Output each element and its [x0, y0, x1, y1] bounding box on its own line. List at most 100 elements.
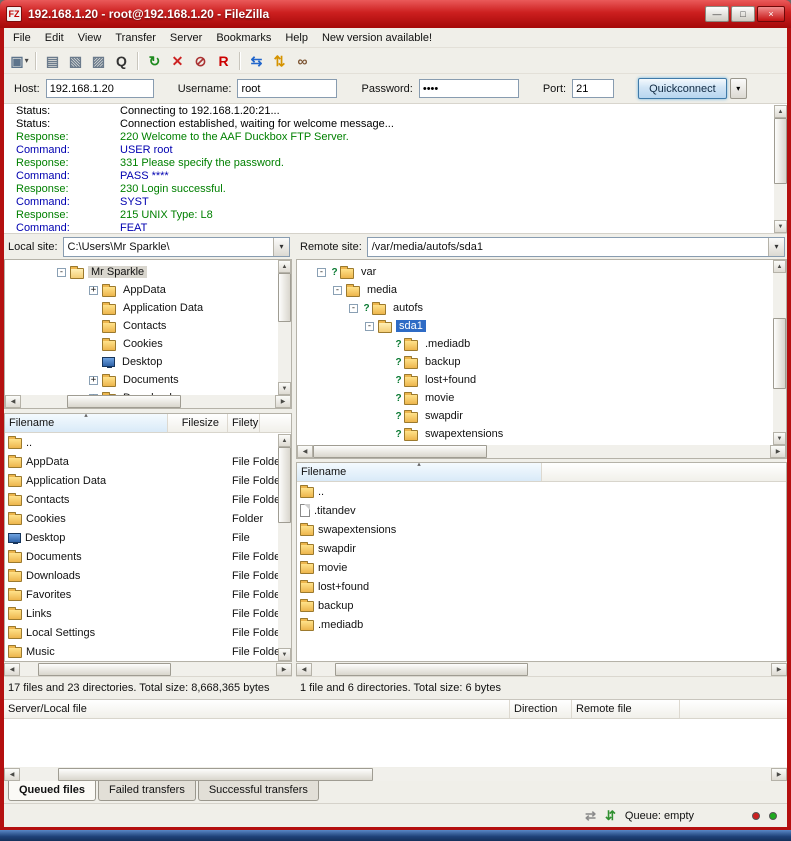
remote-file-row-backup[interactable]: backup: [297, 596, 786, 615]
scroll-left-icon[interactable]: ◀: [4, 663, 20, 676]
local-tree-node-appdata[interactable]: +AppData: [5, 281, 291, 299]
scroll-right-icon[interactable]: ▶: [275, 395, 291, 408]
password-input[interactable]: [419, 79, 519, 98]
scroll-thumb[interactable]: [313, 445, 487, 458]
scroll-left-icon[interactable]: ◀: [5, 395, 21, 408]
disconnect-button[interactable]: ⊘: [189, 50, 212, 72]
remote-file-row-movie[interactable]: movie: [297, 558, 786, 577]
local-file-row-favorites[interactable]: FavoritesFile Folder: [5, 585, 291, 604]
local-tree-scrollbar-horizontal[interactable]: ◀▶: [5, 395, 291, 408]
transfer-mode-icon[interactable]: ⇵: [605, 808, 616, 824]
local-column-header-filetype[interactable]: Filetype: [228, 414, 260, 432]
local-file-row-music[interactable]: MusicFile Folder: [5, 642, 291, 661]
local-tree-node-application-data[interactable]: Application Data: [5, 299, 291, 317]
local-file-row-application-data[interactable]: Application DataFile Folder: [5, 471, 291, 490]
new-version-notice[interactable]: New version available!: [315, 29, 439, 47]
remote-tree-scrollbar-horizontal[interactable]: ◀▶: [297, 445, 786, 458]
chevron-down-icon[interactable]: ▾: [25, 56, 29, 65]
remote-tree-node-backup[interactable]: ?backup: [297, 353, 786, 371]
local-file-row-cookies[interactable]: CookiesFolder: [5, 509, 291, 528]
scroll-down-icon[interactable]: ▼: [278, 648, 291, 661]
local-file-row-downloads[interactable]: DownloadsFile Folder: [5, 566, 291, 585]
quickconnect-button[interactable]: Quickconnect: [638, 78, 727, 99]
remote-tree-node-sda1[interactable]: -sda1: [297, 317, 786, 335]
scroll-thumb[interactable]: [278, 447, 291, 523]
title-bar[interactable]: FZ 192.168.1.20 - root@192.168.1.20 - Fi…: [0, 0, 791, 28]
menu-server[interactable]: Server: [163, 29, 209, 47]
toggle-remote-tree-button[interactable]: ▨: [87, 50, 110, 72]
scroll-track[interactable]: [313, 445, 770, 458]
local-list-scrollbar-horizontal[interactable]: ◀▶: [4, 663, 292, 676]
scroll-up-icon[interactable]: ▲: [774, 105, 787, 118]
menu-edit[interactable]: Edit: [38, 29, 71, 47]
scroll-down-icon[interactable]: ▼: [278, 382, 291, 395]
scroll-right-icon[interactable]: ▶: [771, 768, 787, 781]
local-list-scrollbar-vertical[interactable]: ▲▼: [278, 434, 291, 661]
refresh-button[interactable]: ↻: [143, 50, 166, 72]
scroll-track[interactable]: [278, 447, 291, 648]
remote-file-row-swapdir[interactable]: swapdir: [297, 539, 786, 558]
scroll-left-icon[interactable]: ◀: [297, 445, 313, 458]
queue-column-header-direction[interactable]: Direction: [510, 700, 572, 718]
tab-successful-transfers[interactable]: Successful transfers: [198, 781, 319, 801]
scroll-down-icon[interactable]: ▼: [773, 432, 786, 445]
scroll-track[interactable]: [774, 118, 787, 220]
collapse-icon[interactable]: -: [365, 322, 374, 331]
remote-tree-node-swapdir[interactable]: ?swapdir: [297, 407, 786, 425]
scroll-right-icon[interactable]: ▶: [276, 663, 292, 676]
site-manager-button[interactable]: ▣▾: [8, 50, 31, 72]
local-file-row-documents[interactable]: DocumentsFile Folder: [5, 547, 291, 566]
local-tree-scrollbar-vertical[interactable]: ▲▼: [278, 260, 291, 395]
scroll-track[interactable]: [20, 768, 771, 781]
scroll-up-icon[interactable]: ▲: [773, 260, 786, 273]
scroll-left-icon[interactable]: ◀: [4, 768, 20, 781]
remote-file-row-lost-found[interactable]: lost+found: [297, 577, 786, 596]
scroll-thumb[interactable]: [38, 663, 171, 676]
scroll-track[interactable]: [312, 663, 771, 676]
local-tree-node-contacts[interactable]: Contacts: [5, 317, 291, 335]
scroll-track[interactable]: [773, 273, 786, 432]
scroll-up-icon[interactable]: ▲: [278, 434, 291, 447]
scroll-thumb[interactable]: [58, 768, 373, 781]
scroll-right-icon[interactable]: ▶: [771, 663, 787, 676]
collapse-icon[interactable]: -: [349, 304, 358, 313]
expand-icon[interactable]: +: [89, 376, 98, 385]
tab-failed-transfers[interactable]: Failed transfers: [98, 781, 196, 801]
local-file-row-links[interactable]: LinksFile Folder: [5, 604, 291, 623]
remote-list-scrollbar-horizontal[interactable]: ◀▶: [296, 663, 787, 676]
scroll-thumb[interactable]: [774, 118, 787, 184]
remote-file-row-titandev[interactable]: .titandev: [297, 501, 786, 520]
remote-tree-node-lost-found[interactable]: ?lost+found: [297, 371, 786, 389]
directory-comparison-button[interactable]: ⇆: [245, 50, 268, 72]
collapse-icon[interactable]: -: [317, 268, 326, 277]
local-tree-node-documents[interactable]: +Documents: [5, 371, 291, 389]
local-tree-node-cookies[interactable]: Cookies: [5, 335, 291, 353]
remote-tree-node-movie[interactable]: ?movie: [297, 389, 786, 407]
synchronized-browsing-button[interactable]: ⇅: [268, 50, 291, 72]
scroll-up-icon[interactable]: ▲: [278, 260, 291, 273]
remote-site-combo[interactable]: /var/media/autofs/sda1 ▾: [367, 237, 785, 257]
toggle-local-tree-button[interactable]: ▧: [64, 50, 87, 72]
queue-column-header-remote-file[interactable]: Remote file: [572, 700, 680, 718]
local-site-combo[interactable]: C:\Users\Mr Sparkle\ ▾: [63, 237, 290, 257]
scroll-left-icon[interactable]: ◀: [296, 663, 312, 676]
scroll-thumb[interactable]: [773, 318, 786, 390]
toggle-message-log-button[interactable]: ▤: [41, 50, 64, 72]
remote-tree-node-swapextensions[interactable]: ?swapextensions: [297, 425, 786, 443]
menu-transfer[interactable]: Transfer: [108, 29, 163, 47]
scroll-track[interactable]: [278, 273, 291, 382]
remote-column-header-filename[interactable]: Filename▴: [297, 463, 542, 481]
remote-file-row-item[interactable]: ..: [297, 482, 786, 501]
menu-bookmarks[interactable]: Bookmarks: [209, 29, 278, 47]
scroll-right-icon[interactable]: ▶: [770, 445, 786, 458]
tab-queued-files[interactable]: Queued files: [8, 781, 96, 801]
remote-file-row-swapextensions[interactable]: swapextensions: [297, 520, 786, 539]
local-file-row-contacts[interactable]: ContactsFile Folder: [5, 490, 291, 509]
scroll-thumb[interactable]: [335, 663, 528, 676]
encryption-icon[interactable]: ⇄: [585, 808, 596, 824]
remote-tree-node-autofs[interactable]: -?autofs: [297, 299, 786, 317]
scroll-thumb[interactable]: [278, 273, 291, 322]
scroll-track[interactable]: [21, 395, 275, 408]
menu-view[interactable]: View: [71, 29, 109, 47]
remote-tree-node-media[interactable]: -media: [297, 281, 786, 299]
